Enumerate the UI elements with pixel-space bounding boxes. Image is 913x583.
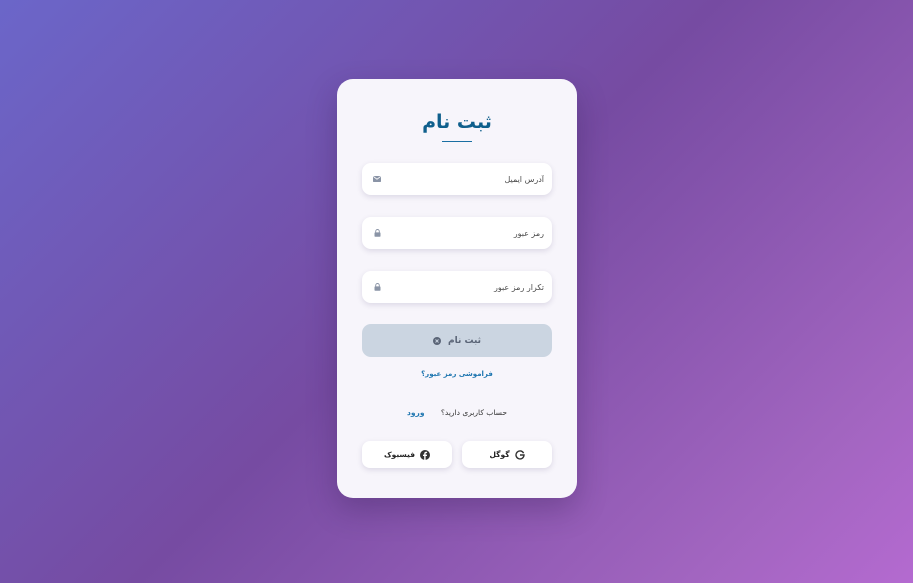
has-account-text: حساب کاربری دارید؟ bbox=[440, 408, 507, 417]
title-underline bbox=[442, 141, 472, 142]
signup-card: ثبت نام ثبت نام bbox=[337, 79, 577, 498]
confirm-password-input[interactable] bbox=[362, 271, 552, 303]
password-input[interactable] bbox=[362, 217, 552, 249]
envelope-icon bbox=[372, 174, 382, 184]
forgot-password-link[interactable]: فراموشی رمز عبور؟ bbox=[337, 368, 577, 380]
has-account-row: حساب کاربری دارید؟ ورود bbox=[337, 407, 577, 419]
lock-icon bbox=[372, 282, 382, 292]
email-input[interactable] bbox=[362, 163, 552, 195]
page-title: ثبت نام bbox=[422, 111, 492, 133]
lock-icon bbox=[372, 228, 382, 238]
spinner-icon bbox=[432, 336, 441, 345]
facebook-login-label: فیسبوک bbox=[383, 450, 416, 459]
login-link[interactable]: ورود bbox=[407, 408, 425, 417]
google-icon bbox=[514, 449, 525, 460]
facebook-icon bbox=[420, 449, 431, 460]
confirm-password-field[interactable] bbox=[362, 271, 552, 303]
signup-button-label: ثبت نام bbox=[447, 335, 482, 346]
email-field[interactable] bbox=[362, 163, 552, 195]
signup-button[interactable]: ثبت نام bbox=[362, 324, 552, 357]
google-login-label: گوگل bbox=[489, 450, 510, 459]
facebook-login-button[interactable]: فیسبوک bbox=[362, 441, 452, 468]
password-field[interactable] bbox=[362, 217, 552, 249]
google-login-button[interactable]: گوگل bbox=[462, 441, 552, 468]
